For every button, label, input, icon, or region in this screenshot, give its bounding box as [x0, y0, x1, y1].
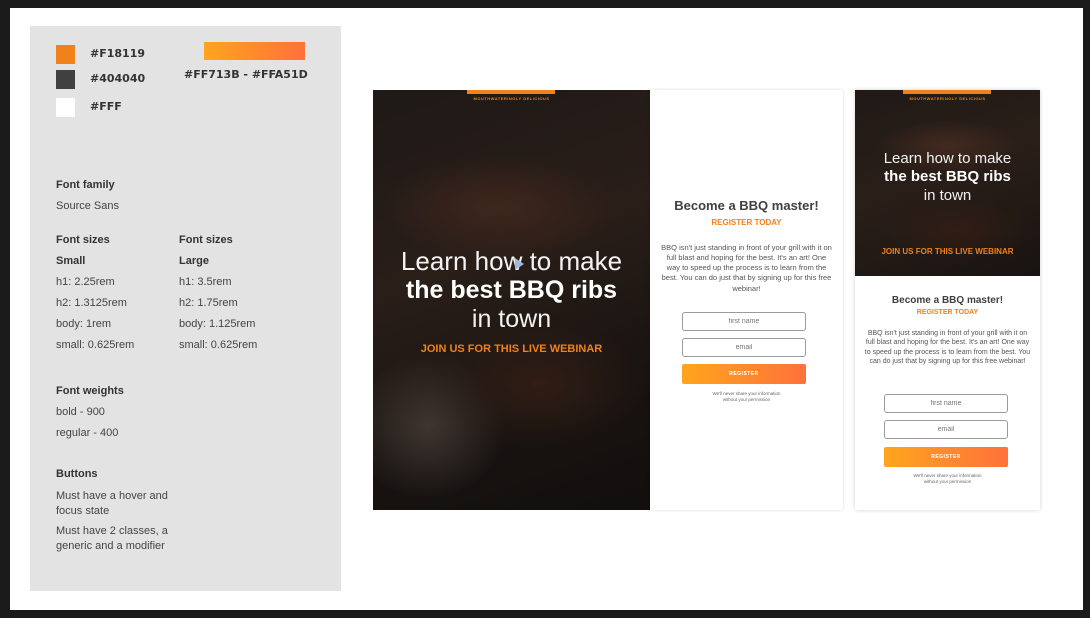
color-swatch-white	[56, 98, 75, 117]
mobile-privacy-note-line1: We'll never share your information	[913, 473, 982, 478]
register-button[interactable]: REGISTER	[682, 364, 806, 384]
font-weight-regular: regular - 400	[56, 427, 119, 439]
mobile-hero-tagline: MOUTHWATERINGLY DELICIOUS	[909, 96, 986, 101]
mobile-hero-cta: JOIN US FOR THIS LIVE WEBINAR	[881, 247, 1014, 256]
form-title: Become a BBQ master!	[674, 198, 819, 213]
mobile-register-button[interactable]: REGISTER	[884, 447, 1008, 467]
font-size-small-body: body: 1rem	[56, 318, 112, 330]
hero-heading-line1: Learn how to make	[400, 246, 623, 276]
mobile-hero-image: MOUTHWATERINGLY DELICIOUS Learn how to m…	[855, 90, 1040, 276]
font-sizes-small-sub: Small	[56, 255, 86, 267]
design-canvas: #F18119 #404040 #FFF #FF713B - #FFA51D F…	[10, 8, 1083, 610]
font-weights-heading: Font weights	[56, 385, 124, 397]
mobile-first-name-input[interactable]	[884, 394, 1008, 413]
hero-heading-line3: in town	[471, 305, 552, 333]
privacy-note-line2: without your permission	[722, 397, 771, 402]
font-size-small-h1: h1: 2.25rem	[56, 276, 115, 288]
mobile-email-input[interactable]	[884, 420, 1008, 439]
font-sizes-large-heading: Font sizes	[179, 234, 233, 246]
mobile-hero-line3: in town	[923, 187, 972, 204]
buttons-rule-2: Must have 2 classes, a generic and a mod…	[56, 525, 168, 552]
mobile-mockup: MOUTHWATERINGLY DELICIOUS Learn how to m…	[855, 90, 1040, 510]
desktop-form-panel: Become a BBQ master! REGISTER TODAY BBQ …	[650, 90, 843, 510]
form-body-text: BBQ isn't just standing in front of your…	[661, 243, 832, 293]
buttons-heading: Buttons	[56, 468, 98, 480]
mouse-cursor-icon	[515, 258, 524, 270]
hero-heading-line2: the best BBQ ribs	[405, 276, 618, 304]
email-input[interactable]	[682, 338, 806, 357]
hero-cta-text: JOIN US FOR THIS LIVE WEBINAR	[420, 343, 603, 355]
font-size-large-body: body: 1.125rem	[179, 318, 256, 330]
form-subtitle: REGISTER TODAY	[711, 218, 782, 227]
font-sizes-large-sub: Large	[179, 255, 209, 267]
color-swatch-orange	[56, 45, 75, 64]
color-label-white: #FFF	[90, 100, 122, 113]
mobile-hero-line2: the best BBQ ribs	[884, 168, 1011, 185]
font-size-large-small: small: 0.625rem	[179, 339, 258, 351]
gradient-swatch	[204, 42, 305, 60]
font-size-small-h2: h2: 1.3125rem	[56, 297, 127, 309]
gradient-label: #FF713B - #FFA51D	[184, 68, 308, 81]
mobile-form-subtitle: REGISTER TODAY	[916, 309, 979, 316]
font-family-heading: Font family	[56, 179, 115, 191]
mobile-form-body: BBQ isn't just standing in front of your…	[864, 330, 1031, 366]
desktop-hero-image: MOUTHWATERINGLY DELICIOUS Learn how to m…	[373, 90, 650, 510]
font-family-value: Source Sans	[56, 200, 119, 212]
mobile-form-title: Become a BBQ master!	[891, 295, 1004, 306]
font-sizes-small-heading: Font sizes	[56, 234, 110, 246]
hero-tagline: MOUTHWATERINGLY DELICIOUS	[473, 96, 550, 101]
mobile-privacy-note-line2: without your permission	[923, 479, 972, 484]
mobile-hero-line1: Learn how to make	[883, 150, 1012, 167]
mobile-hero-top-tab	[903, 90, 991, 94]
font-size-small-small: small: 0.625rem	[56, 339, 135, 351]
color-label-orange: #F18119	[90, 47, 145, 60]
privacy-note-line1: We'll never share your information	[712, 391, 781, 396]
hero-top-tab	[467, 90, 555, 94]
buttons-rule-1: Must have a hover and focus state	[56, 490, 168, 517]
style-guide-panel: #F18119 #404040 #FFF #FF713B - #FFA51D F…	[30, 26, 341, 591]
first-name-input[interactable]	[682, 312, 806, 331]
color-swatch-dark	[56, 70, 75, 89]
font-size-large-h1: h1: 3.5rem	[179, 276, 232, 288]
color-label-dark: #404040	[90, 72, 146, 85]
font-weight-bold: bold - 900	[56, 406, 105, 418]
font-size-large-h2: h2: 1.75rem	[179, 297, 238, 309]
